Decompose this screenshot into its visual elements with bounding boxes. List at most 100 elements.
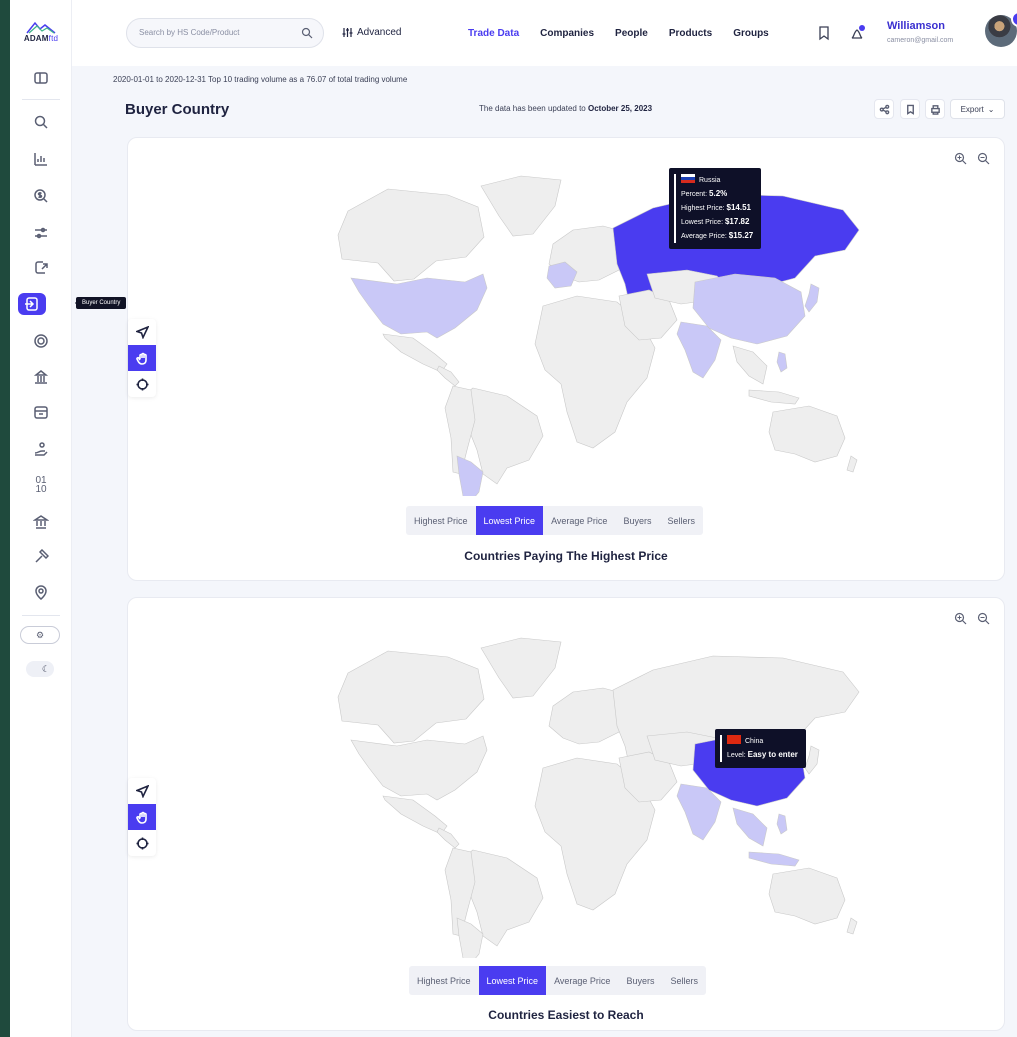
map-card-easiest-to-reach: China Level: Easy to enter Highest Price… [127, 597, 1005, 1031]
search-icon[interactable] [20, 111, 62, 133]
search-box[interactable] [126, 18, 324, 48]
map-philippines[interactable] [776, 351, 788, 373]
zoom-in-icon[interactable] [954, 612, 967, 625]
bar-chart-icon[interactable] [20, 148, 62, 170]
tooltip-level: Easy to enter [747, 750, 798, 759]
map-japan[interactable] [804, 745, 820, 775]
world-map-1[interactable] [303, 156, 863, 496]
bookmark-icon [906, 104, 914, 115]
summary-text: 2020-01-01 to 2020-12-31 Top 10 trading … [113, 75, 408, 84]
tab-lowest-price[interactable]: Lowest Price [475, 506, 544, 535]
map-usa[interactable] [350, 735, 488, 801]
user-name[interactable]: Williamson [887, 20, 945, 32]
export-icon[interactable] [20, 256, 62, 278]
advanced-button[interactable]: Advanced [342, 27, 401, 38]
locate-tool[interactable] [128, 830, 156, 856]
bookmark-icon[interactable] [816, 25, 832, 41]
nav-trade-data[interactable]: Trade Data [468, 28, 519, 39]
bank-icon[interactable] [20, 511, 62, 533]
map-mexico[interactable] [382, 333, 448, 373]
map-indonesia[interactable] [748, 851, 800, 867]
map-mexico[interactable] [382, 795, 448, 835]
map-philippines[interactable] [776, 813, 788, 835]
nav-people[interactable]: People [615, 28, 648, 39]
tab-highest-price[interactable]: Highest Price [406, 506, 476, 535]
map-greenland[interactable] [480, 175, 562, 237]
zoom-out-icon[interactable] [977, 612, 990, 625]
map-argentina[interactable] [456, 455, 484, 496]
map-new-zealand[interactable] [846, 455, 858, 473]
tooltip-highest: $14.51 [726, 203, 751, 212]
filter-icon[interactable] [20, 222, 62, 244]
store-icon[interactable] [20, 401, 62, 423]
crosshair-icon [136, 378, 148, 390]
card-caption: Countries Paying The Highest Price [464, 549, 668, 563]
map-sea[interactable] [732, 345, 768, 385]
map-central-america[interactable] [436, 827, 460, 849]
navigate-tool[interactable] [128, 778, 156, 804]
buyer-country-icon[interactable] [18, 293, 46, 315]
sidebar-divider [22, 615, 60, 616]
sidebar: ADAMftd 01 10 ⚙ ☾ [10, 0, 72, 1037]
locate-tool[interactable] [128, 371, 156, 397]
tab-sellers[interactable]: Sellers [662, 966, 706, 995]
crosshair-icon [136, 837, 148, 849]
print-button[interactable] [925, 99, 945, 119]
notification-icon[interactable] [849, 25, 865, 41]
tab-highest-price[interactable]: Highest Price [409, 966, 479, 995]
map-central-america[interactable] [436, 365, 460, 387]
settings-icon: ⚙ [35, 629, 45, 640]
tab-lowest-price[interactable]: Lowest Price [478, 966, 547, 995]
map-usa[interactable] [350, 273, 488, 339]
nav-groups[interactable]: Groups [733, 28, 769, 39]
navigate-icon [135, 784, 149, 798]
dollar-search-icon[interactable] [20, 185, 62, 207]
app-frame: ADAMftd 0110 ⚙ ☾ Buyer Country Advanced [10, 0, 1017, 1037]
map-japan[interactable] [804, 283, 820, 313]
chevron-down-icon: ⌄ [987, 104, 995, 114]
card-caption: Countries Easiest to Reach [488, 1008, 644, 1022]
pan-tool[interactable] [128, 804, 156, 830]
map-new-zealand[interactable] [846, 917, 858, 935]
search-input[interactable] [139, 28, 289, 37]
tab-buyers[interactable]: Buyers [618, 966, 662, 995]
map-argentina[interactable] [456, 917, 484, 958]
search-icon[interactable] [301, 27, 313, 39]
building-icon[interactable] [20, 366, 62, 388]
nav-companies[interactable]: Companies [540, 28, 594, 39]
bookmark-button[interactable] [900, 99, 920, 119]
china-flag-icon [727, 735, 741, 744]
zoom-in-icon[interactable] [954, 152, 967, 165]
dark-mode-toggle[interactable]: ☾ [26, 661, 54, 677]
tab-sellers[interactable]: Sellers [659, 506, 703, 535]
tab-average-price[interactable]: Average Price [546, 966, 618, 995]
logo[interactable]: ADAMftd [18, 20, 64, 50]
pan-tool[interactable] [128, 345, 156, 371]
map-canada[interactable] [337, 188, 485, 282]
target-icon[interactable] [20, 330, 62, 352]
share-button[interactable] [874, 99, 894, 119]
gavel-icon[interactable] [20, 546, 62, 568]
nav-products[interactable]: Products [669, 28, 712, 39]
navigate-tool[interactable] [128, 319, 156, 345]
world-map-2[interactable] [303, 618, 863, 958]
tab-buyers[interactable]: Buyers [615, 506, 659, 535]
location-icon[interactable] [20, 582, 62, 604]
settings-pill-button[interactable]: ⚙ [20, 626, 60, 644]
binary-icon[interactable]: 01 10 [20, 474, 62, 496]
map-sea[interactable] [732, 807, 768, 847]
export-dropdown[interactable]: Export ⌄ [950, 99, 1005, 119]
map-canada[interactable] [337, 650, 485, 744]
map-australia[interactable] [768, 405, 846, 463]
map-australia[interactable] [768, 867, 846, 925]
export-label: Export [960, 104, 984, 114]
logo-mountain-icon [26, 21, 56, 34]
zoom-out-icon[interactable] [977, 152, 990, 165]
tab-average-price[interactable]: Average Price [543, 506, 615, 535]
sidebar-divider [22, 99, 60, 100]
tooltip-lowest-label: Lowest Price: [681, 219, 724, 226]
map-greenland[interactable] [480, 637, 562, 699]
hand-icon[interactable] [20, 438, 62, 460]
layout-icon[interactable] [20, 67, 62, 89]
map-indonesia[interactable] [748, 389, 800, 405]
